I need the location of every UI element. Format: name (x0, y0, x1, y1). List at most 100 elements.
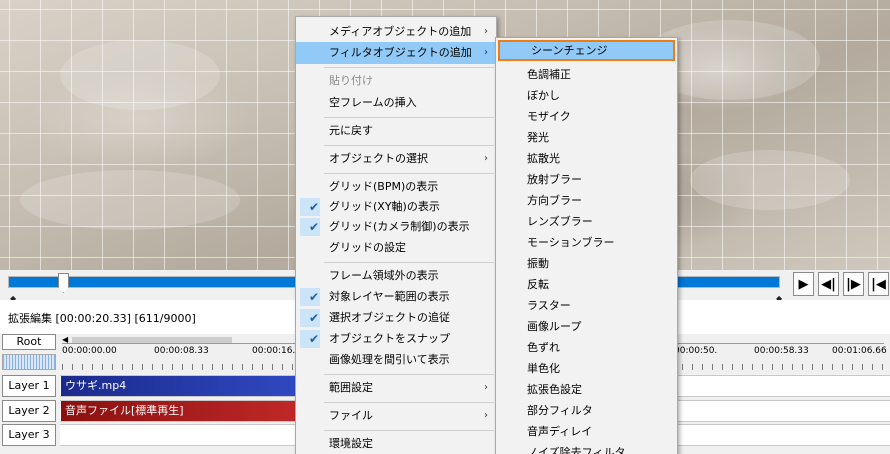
menu-separator (324, 67, 494, 68)
submenu-item-diffuse-light[interactable]: 拡散光 (496, 148, 677, 169)
menu-item-grid-xy[interactable]: ✔ グリッド(XY軸)の表示 (296, 196, 496, 218)
chevron-right-icon: › (484, 382, 488, 393)
submenu-item-mosaic[interactable]: モザイク (496, 106, 677, 127)
submenu-item-label: 放射ブラー (527, 173, 582, 186)
submenu-item-raster[interactable]: ラスター (496, 295, 677, 316)
menu-item-label: 環境設定 (329, 437, 373, 450)
menu-separator (324, 374, 494, 375)
submenu-item-vibration[interactable]: 振動 (496, 253, 677, 274)
menu-item-preferences[interactable]: 環境設定 (296, 433, 496, 454)
menu-item-label: メディアオブジェクトの追加 (329, 25, 472, 38)
submenu-item-image-loop[interactable]: 画像ループ (496, 316, 677, 337)
submenu-item-monochrome[interactable]: 単色化 (496, 358, 677, 379)
play-button[interactable]: ▶ (793, 272, 814, 296)
layer-label[interactable]: Layer 3 (2, 424, 56, 446)
context-menu: メディアオブジェクトの追加 › フィルタオブジェクトの追加 › 貼り付け 空フレ… (295, 16, 497, 454)
submenu-item-label: ノイズ除去フィルタ (527, 446, 626, 454)
ruler-label: 00:01:06.66 (832, 346, 887, 356)
menu-item-follow-selected[interactable]: ✔ 選択オブジェクトの追従 (296, 307, 496, 329)
scroll-left-icon[interactable]: ◀ (62, 335, 68, 344)
submenu-item-color-correction[interactable]: 色調補正 (496, 64, 677, 85)
go-start-icon: |◀ (871, 276, 886, 292)
menu-item-range-settings[interactable]: 範囲設定 › (296, 377, 496, 399)
menu-item-grid-bpm[interactable]: グリッド(BPM)の表示 (296, 176, 496, 198)
submenu-item-label: 反転 (527, 278, 549, 291)
submenu-item-label: 色調補正 (527, 68, 571, 81)
menu-item-label: 選択オブジェクトの追従 (329, 311, 450, 324)
menu-item-add-filter-object[interactable]: フィルタオブジェクトの追加 › (296, 42, 496, 64)
menu-item-select-object[interactable]: オブジェクトの選択 › (296, 148, 496, 170)
submenu-item-radial-blur[interactable]: 放射ブラー (496, 169, 677, 190)
submenu-item-directional-blur[interactable]: 方向ブラー (496, 190, 677, 211)
layer-label[interactable]: Layer 2 (2, 400, 56, 422)
menu-separator (324, 145, 494, 146)
checkmark-icon: ✔ (308, 311, 320, 325)
menu-item-grid-camera[interactable]: ✔ グリッド(カメラ制御)の表示 (296, 216, 496, 238)
submenu-item-label: 画像ループ (527, 320, 582, 333)
menu-item-label: 対象レイヤー範囲の表示 (329, 290, 450, 303)
menu-item-undo[interactable]: 元に戻す (296, 120, 496, 142)
submenu-item-audio-delay[interactable]: 音声ディレイ (496, 421, 677, 442)
submenu-item-label: シーンチェンジ (531, 44, 608, 57)
submenu-item-label: 発光 (527, 131, 549, 144)
menu-item-file[interactable]: ファイル › (296, 405, 496, 427)
submenu-item-noise-reduction[interactable]: ノイズ除去フィルタ (496, 442, 677, 454)
menu-item-label: オブジェクトの選択 (329, 152, 428, 165)
menu-item-insert-empty-frame[interactable]: 空フレームの挿入 (296, 92, 496, 114)
checkmark-icon: ✔ (308, 220, 320, 234)
menu-separator (324, 262, 494, 263)
ruler-label: 00:00:08.33 (154, 346, 209, 356)
menu-item-add-media-object[interactable]: メディアオブジェクトの追加 › (296, 21, 496, 43)
menu-item-label: オブジェクトをスナップ (329, 332, 450, 345)
menu-separator (324, 173, 494, 174)
submenu-item-label: 振動 (527, 257, 549, 270)
prev-frame-icon: ◀| (821, 276, 836, 292)
menu-item-show-target-layer-range[interactable]: ✔ 対象レイヤー範囲の表示 (296, 286, 496, 308)
submenu-item-glow[interactable]: 発光 (496, 127, 677, 148)
submenu-item-label: 拡散光 (527, 152, 560, 165)
menu-item-thin-image-processing[interactable]: 画像処理を間引いて表示 (296, 349, 496, 371)
audio-clip[interactable]: 音声ファイル[標準再生] (61, 401, 296, 421)
chevron-right-icon: › (484, 26, 488, 37)
menu-item-label: ファイル (329, 409, 373, 422)
next-frame-icon: |▶ (846, 276, 861, 292)
chevron-right-icon: › (484, 410, 488, 421)
submenu-item-scene-change[interactable]: シーンチェンジ (498, 40, 675, 61)
go-start-button[interactable]: |◀ (868, 272, 889, 296)
menu-item-label: グリッド(カメラ制御)の表示 (329, 220, 470, 233)
menu-item-label: グリッドの設定 (329, 241, 406, 254)
ruler-label: 00:00:58.33 (754, 346, 809, 356)
submenu-item-label: レンズブラー (527, 215, 593, 228)
video-clip[interactable]: ウサギ.mp4 (61, 376, 296, 396)
menu-item-paste[interactable]: 貼り付け (296, 70, 496, 92)
submenu-item-partial-filter[interactable]: 部分フィルタ (496, 400, 677, 421)
menu-item-snap-objects[interactable]: ✔ オブジェクトをスナップ (296, 328, 496, 350)
menu-item-grid-settings[interactable]: グリッドの設定 (296, 237, 496, 259)
chevron-right-icon: › (484, 47, 488, 58)
submenu-item-label: ぼかし (527, 89, 560, 102)
menu-item-label: 空フレームの挿入 (329, 96, 417, 109)
submenu-item-extended-color[interactable]: 拡張色設定 (496, 379, 677, 400)
ruler-label: 00:00:50. (674, 346, 718, 356)
checkmark-icon: ✔ (308, 200, 320, 214)
submenu-item-motion-blur[interactable]: モーションブラー (496, 232, 677, 253)
root-button[interactable]: Root (2, 334, 56, 350)
submenu-item-lens-blur[interactable]: レンズブラー (496, 211, 677, 232)
menu-item-label: 貼り付け (329, 74, 373, 87)
layer-label[interactable]: Layer 1 (2, 375, 56, 397)
menu-item-label: フレーム領域外の表示 (329, 269, 439, 282)
next-frame-button[interactable]: |▶ (843, 272, 864, 296)
menu-separator (324, 117, 494, 118)
submenu-item-label: ラスター (527, 299, 571, 312)
submenu-item-blur[interactable]: ぼかし (496, 85, 677, 106)
menu-item-show-outside-frame[interactable]: フレーム領域外の表示 (296, 265, 496, 287)
submenu-item-label: 音声ディレイ (527, 425, 593, 438)
submenu-item-color-shift[interactable]: 色ずれ (496, 337, 677, 358)
submenu-item-invert[interactable]: 反転 (496, 274, 677, 295)
submenu-item-label: 部分フィルタ (527, 404, 593, 417)
seek-thumb[interactable] (58, 273, 69, 293)
submenu-item-label: 色ずれ (527, 341, 560, 354)
prev-frame-button[interactable]: ◀| (818, 272, 839, 296)
submenu-item-label: モザイク (527, 110, 571, 123)
scroll-thumb[interactable] (72, 337, 232, 343)
